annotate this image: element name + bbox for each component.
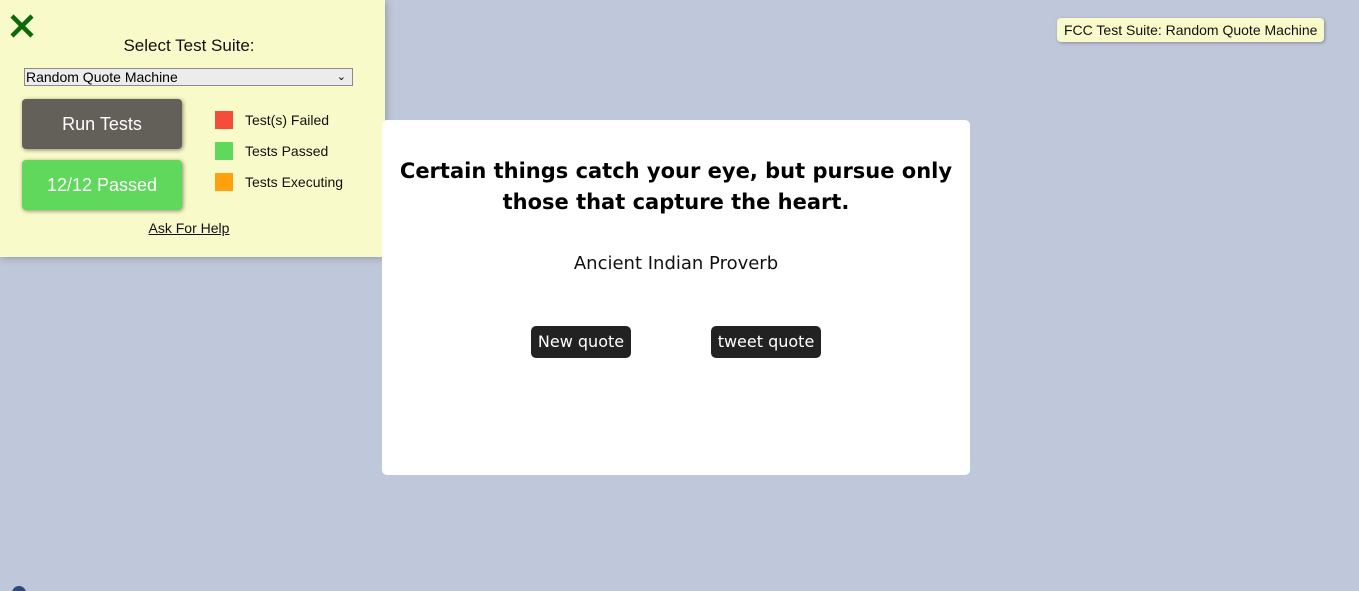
quote-text: Certain things catch your eye, but pursu… (399, 159, 953, 214)
fcc-suite-badge[interactable]: FCC Test Suite: Random Quote Machine (1057, 18, 1325, 42)
test-status-button[interactable]: 12/12 Passed (22, 160, 182, 210)
quote-box: Certain things catch your eye, but pursu… (382, 120, 970, 475)
run-tests-button[interactable]: Run Tests (22, 99, 182, 149)
test-suite-select-value: Random Quote Machine (26, 69, 178, 85)
chevron-down-icon: ⌄ (336, 71, 346, 83)
new-quote-button[interactable]: New quote (531, 326, 631, 358)
corner-indicator (12, 586, 26, 591)
select-suite-title: Select Test Suite: (123, 36, 255, 55)
passed-swatch (215, 142, 233, 160)
ask-for-help-link[interactable]: Ask For Help (0, 220, 378, 236)
test-suite-select[interactable]: Random Quote Machine ⌄ (24, 68, 353, 86)
legend-label: Tests Passed (245, 143, 329, 159)
failed-swatch (215, 111, 233, 129)
legend-label: Test(s) Failed (245, 112, 330, 128)
legend-label: Tests Executing (245, 174, 344, 190)
tweet-quote-button[interactable]: tweet quote (711, 326, 821, 358)
executing-swatch (215, 173, 233, 191)
quote-author: Ancient Indian Proverb (573, 253, 779, 274)
fcc-test-suite-panel: Select Test Suite: Random Quote Machine … (0, 0, 385, 257)
